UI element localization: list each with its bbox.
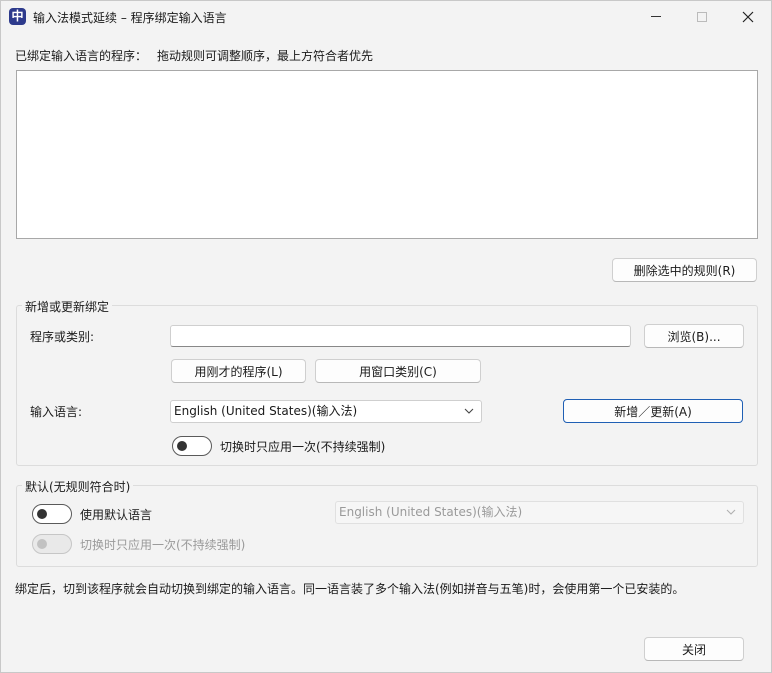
rules-header-hint: 拖动规则可调整顺序，最上方符合者优先 xyxy=(157,49,374,63)
toggle-knob xyxy=(37,539,47,549)
input-language-value: English (United States)(输入法) xyxy=(174,404,358,418)
close-window-button[interactable] xyxy=(725,1,771,32)
program-label: 程序或类别: xyxy=(30,330,95,344)
maximize-button xyxy=(679,1,725,32)
program-input[interactable] xyxy=(170,325,631,347)
input-language-label: 输入语言: xyxy=(30,405,83,419)
close-icon xyxy=(742,11,754,22)
edit-binding-legend: 新增或更新绑定 xyxy=(22,298,113,315)
use-default-language-toggle[interactable] xyxy=(32,504,72,524)
apply-once-label: 切换时只应用一次(不持续强制) xyxy=(220,440,386,454)
window-title: 输入法模式延续 – 程序绑定输入语言 xyxy=(33,11,227,25)
maximize-icon xyxy=(697,11,707,22)
title-bar: 中 输入法模式延续 – 程序绑定输入语言 xyxy=(1,1,771,32)
toggle-knob xyxy=(177,441,187,451)
default-apply-once-label: 切换时只应用一次(不持续强制) xyxy=(80,538,246,552)
browse-button[interactable]: 浏览(B)... xyxy=(644,324,744,348)
footer-note: 绑定后，切到该程序就会自动切换到绑定的输入语言。同一语言装了多个输入法(例如拼音… xyxy=(15,582,685,596)
delete-rule-button[interactable]: 删除选中的规则(R) xyxy=(612,258,757,282)
default-language-select: English (United States)(输入法) xyxy=(335,501,744,524)
toggle-knob xyxy=(37,509,47,519)
main-window: 中 输入法模式延续 – 程序绑定输入语言 已绑定输入语言的程序： 拖动规则可调整… xyxy=(0,0,772,673)
close-button[interactable]: 关闭 xyxy=(644,637,744,661)
app-icon: 中 xyxy=(9,8,26,25)
rules-list[interactable] xyxy=(16,70,758,239)
default-group-legend: 默认(无规则符合时) xyxy=(22,478,134,495)
add-update-button[interactable]: 新增／更新(A) xyxy=(563,399,743,423)
rules-header-label: 已绑定输入语言的程序： xyxy=(15,49,148,63)
use-last-program-button[interactable]: 用刚才的程序(L) xyxy=(171,359,306,383)
use-default-language-label: 使用默认语言 xyxy=(80,508,153,522)
use-window-class-button[interactable]: 用窗口类别(C) xyxy=(315,359,481,383)
minimize-icon xyxy=(651,16,661,17)
minimize-button[interactable] xyxy=(633,1,679,32)
input-language-select[interactable]: English (United States)(输入法) xyxy=(170,400,482,423)
default-apply-once-toggle xyxy=(32,534,72,554)
apply-once-toggle[interactable] xyxy=(172,436,212,456)
default-group xyxy=(16,485,758,567)
chevron-down-icon xyxy=(464,408,474,414)
chevron-down-icon xyxy=(726,509,736,515)
default-language-value: English (United States)(输入法) xyxy=(339,505,523,519)
